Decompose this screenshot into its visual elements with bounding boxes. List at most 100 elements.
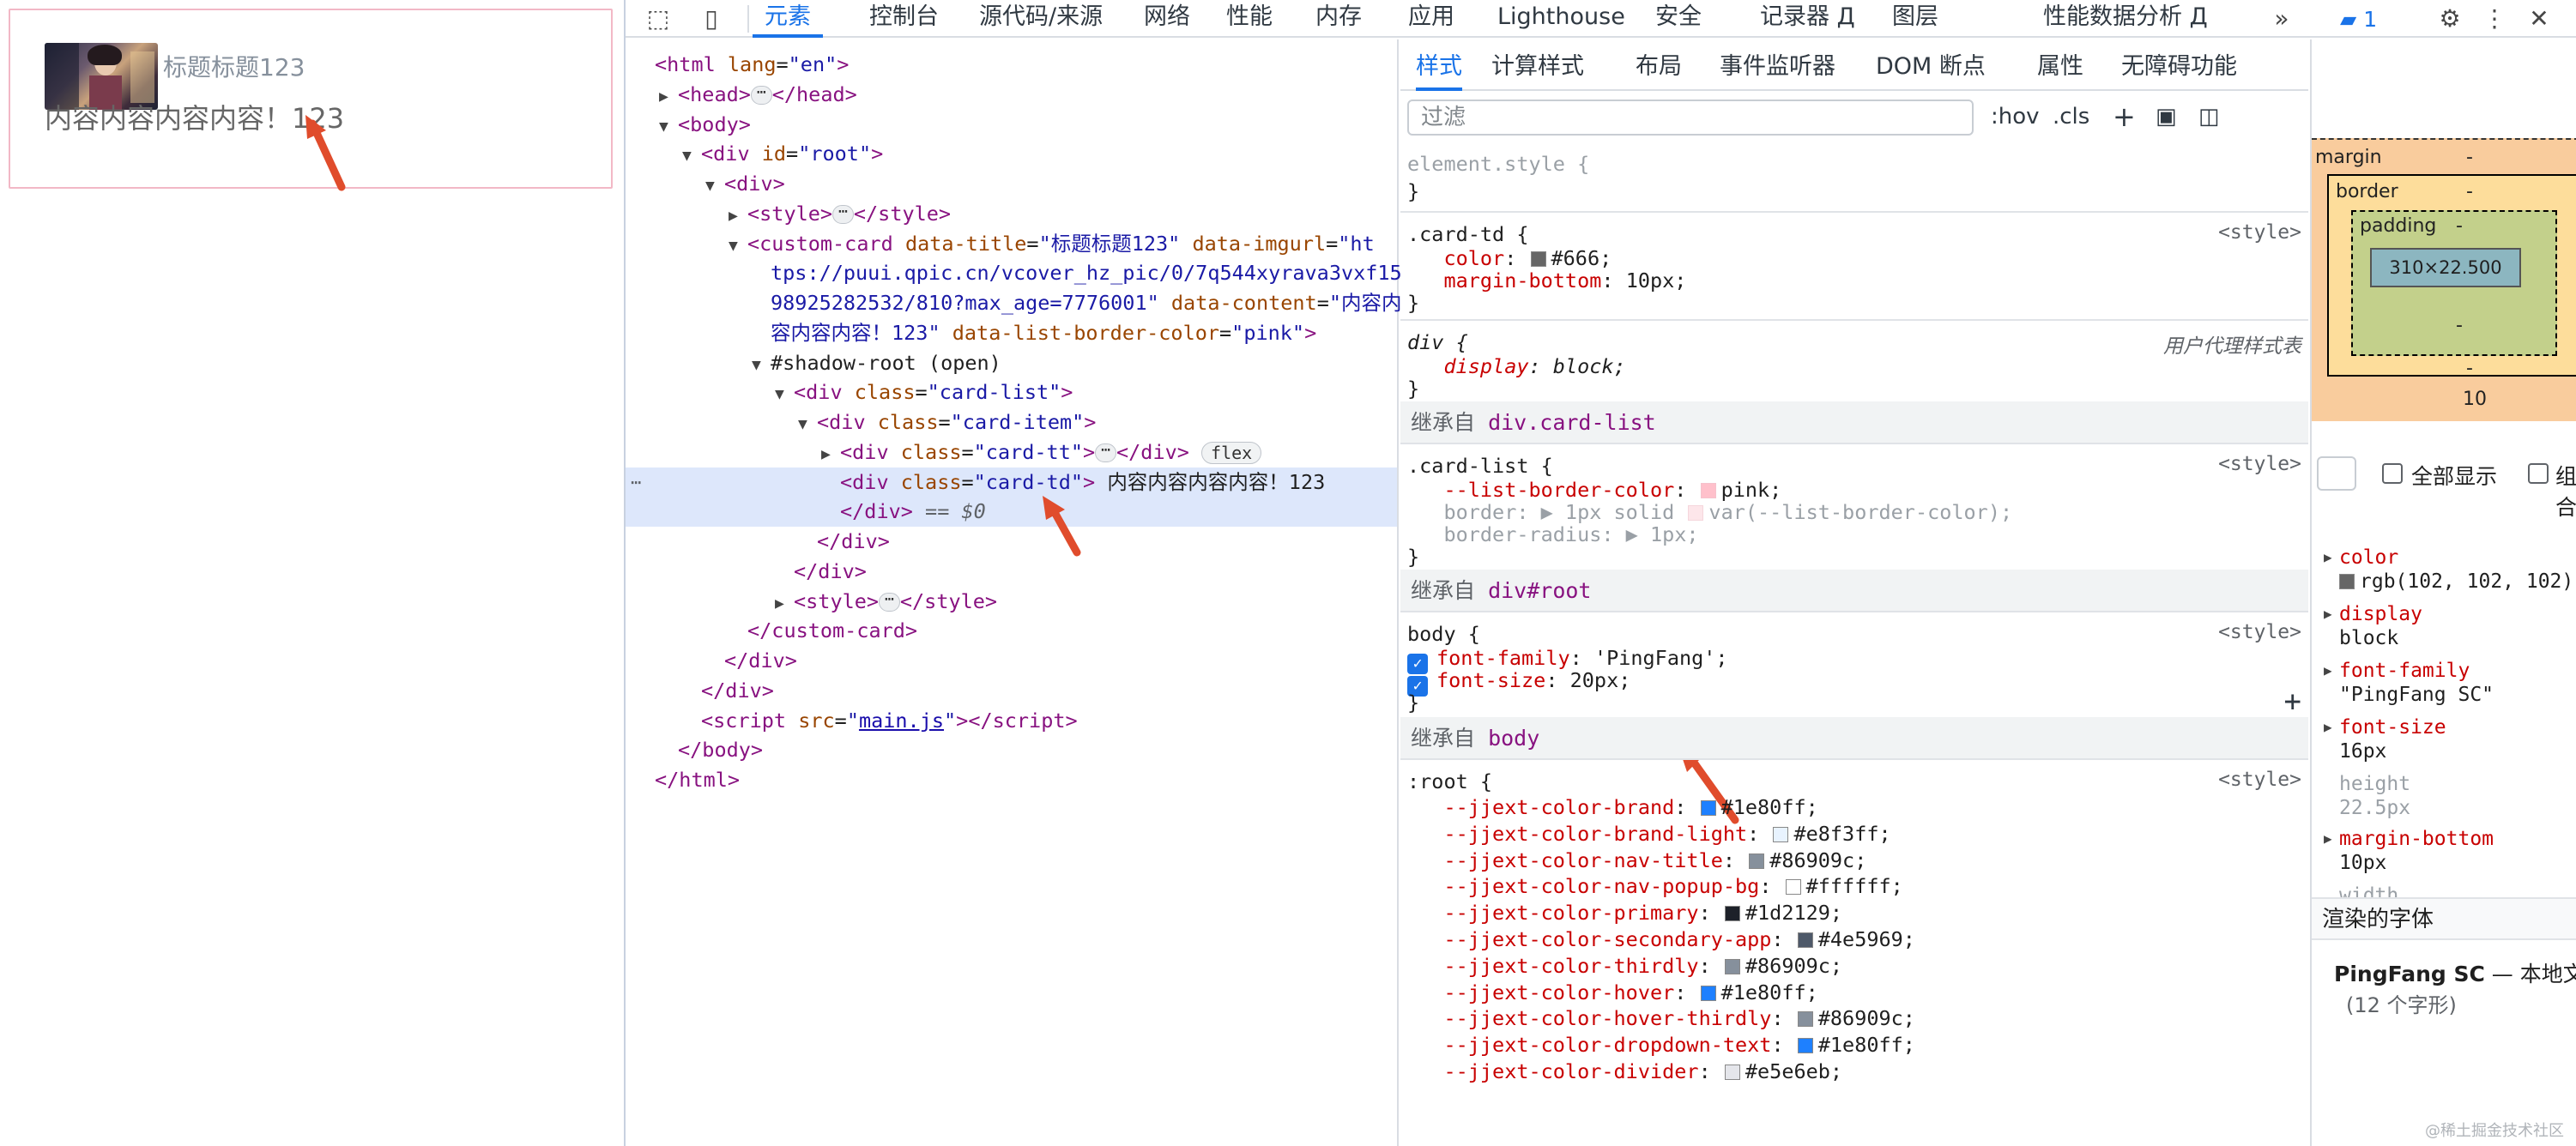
- devtools-tab-6[interactable]: 应用: [1408, 0, 1454, 38]
- expand-icon[interactable]: ▶: [2324, 830, 2332, 847]
- dom-node-line[interactable]: </html>: [626, 765, 740, 795]
- root-var-decl[interactable]: --jjext-color-thirdly: #86909c;: [1407, 953, 1842, 979]
- dom-node-line[interactable]: ▶ <style> ⋯ </style>: [626, 199, 951, 229]
- dom-node-line[interactable]: </div>: [626, 527, 890, 557]
- inspect-element-icon[interactable]: ⬚: [643, 3, 674, 34]
- card-list-selector[interactable]: .card-list {: [1407, 453, 1553, 479]
- dom-node-line[interactable]: ▼ #shadow-root (open): [626, 348, 1001, 378]
- dom-node-line[interactable]: ▼ <div id="root">: [626, 139, 883, 169]
- dom-node-line[interactable]: ▶ <head> ⋯ </head>: [626, 80, 857, 110]
- devtools-tab-0[interactable]: 元素: [753, 0, 823, 38]
- card-td-selector[interactable]: .card-td {: [1407, 221, 1528, 247]
- margin-label: margin: [2315, 147, 2382, 168]
- show-all-checkbox[interactable]: [2382, 463, 2403, 484]
- card-td-margin-decl[interactable]: margin-bottom: 10px;: [1407, 268, 1686, 293]
- cls-toggle[interactable]: .cls: [2053, 98, 2089, 136]
- dom-node-line[interactable]: </div>: [626, 646, 797, 676]
- node-actions-icon[interactable]: ⋯: [631, 467, 641, 498]
- root-var-decl[interactable]: --jjext-color-hover: #1e80ff;: [1407, 980, 1817, 1005]
- root-var-decl[interactable]: --jjext-color-primary: #1d2129;: [1407, 900, 1842, 926]
- styles-subtab-3[interactable]: 事件监听器: [1720, 39, 1835, 91]
- dom-node-line[interactable]: <div class="card-td"> 内容内容内容内容！123: [626, 467, 1397, 498]
- toggle-sidebar-icon[interactable]: ◫: [2198, 98, 2220, 136]
- card-list-radius-decl[interactable]: border-radius: ▶ 1px;: [1407, 522, 1698, 547]
- computed-filter-input[interactable]: [2317, 456, 2356, 491]
- issues-badge[interactable]: ▰ 1: [2340, 5, 2377, 34]
- styles-filter-input[interactable]: 过滤: [1407, 100, 1974, 136]
- dom-node-line[interactable]: </div>: [626, 557, 867, 587]
- dom-node-line[interactable]: ▼ <body>: [626, 110, 751, 140]
- inherited-from-header: 继承自 div#root: [1400, 570, 2308, 612]
- styles-subtab-2[interactable]: 布局: [1636, 39, 1682, 91]
- more-options-icon[interactable]: ⋮: [2479, 3, 2510, 34]
- root-var-decl[interactable]: --jjext-color-nav-popup-bg: #ffffff;: [1407, 873, 1902, 899]
- computed-prop-font-family[interactable]: font-family "PingFang SC": [2339, 659, 2494, 707]
- styles-subtab-4[interactable]: DOM 断点: [1876, 39, 1986, 91]
- dom-node-line[interactable]: </div> == $0: [626, 497, 1397, 528]
- body-selector[interactable]: body {: [1407, 621, 1480, 647]
- close-icon[interactable]: ✕: [2524, 3, 2555, 34]
- expand-icon[interactable]: ▶: [2324, 719, 2332, 735]
- dom-node-line[interactable]: <html lang="en">: [626, 50, 849, 80]
- devtools-tab-4[interactable]: 性能: [1226, 0, 1273, 38]
- settings-gear-icon[interactable]: ⚙: [2434, 3, 2465, 34]
- glyph-count: (12 个字形): [2346, 993, 2457, 1017]
- hov-toggle[interactable]: :hov: [1991, 98, 2040, 136]
- devtools-tab-3[interactable]: 网络: [1144, 0, 1190, 38]
- styles-subtab-6[interactable]: 无障碍功能: [2121, 39, 2237, 91]
- root-var-decl[interactable]: --jjext-color-hover-thirdly: #86909c;: [1407, 1005, 1915, 1031]
- root-var-decl[interactable]: --jjext-color-nav-title: #86909c;: [1407, 847, 1866, 873]
- root-var-decl[interactable]: --jjext-color-secondary-app: #4e5969;: [1407, 926, 1915, 952]
- dom-node-line[interactable]: 98925282532/810?max_age=7776001" data-co…: [626, 288, 1402, 318]
- rule-source-link[interactable]: <style>: [2218, 769, 2301, 791]
- devtools-tab-7[interactable]: Lighthouse: [1497, 0, 1625, 38]
- dom-node-line[interactable]: ▼ <div class="card-item">: [626, 407, 1096, 437]
- dom-node-line[interactable]: </div>: [626, 676, 774, 706]
- root-selector[interactable]: :root {: [1407, 769, 1492, 794]
- expand-icon[interactable]: ▶: [2324, 606, 2332, 622]
- dom-node-line[interactable]: ▼ <div class="card-list">: [626, 377, 1073, 407]
- computed-prop-display[interactable]: display block: [2339, 602, 2422, 650]
- dom-node-line[interactable]: ▶ <style> ⋯ </style>: [626, 587, 997, 617]
- root-var-decl[interactable]: --jjext-color-dropdown-text: #1e80ff;: [1407, 1032, 1915, 1058]
- styles-subtab-0[interactable]: 样式: [1416, 39, 1462, 91]
- expand-icon[interactable]: ▶: [2324, 662, 2332, 679]
- dom-node-line[interactable]: <script src="main.js"></script>: [626, 706, 1078, 736]
- devtools-tab-11[interactable]: 性能数据分析 Д: [2043, 0, 2208, 38]
- group-checkbox[interactable]: [2528, 463, 2549, 484]
- devtools-tab-9[interactable]: 记录器 Д: [1760, 0, 1855, 38]
- root-var-decl[interactable]: --jjext-color-brand: #1e80ff;: [1407, 794, 1817, 820]
- add-declaration-icon[interactable]: +: [2284, 685, 2301, 719]
- root-var-decl[interactable]: --jjext-color-brand-light: #e8f3ff;: [1407, 821, 1890, 847]
- computed-prop-margin-bottom[interactable]: margin-bottom 10px: [2339, 827, 2494, 875]
- root-var-decl[interactable]: --jjext-color-divider: #e5e6eb;: [1407, 1059, 1842, 1084]
- dom-node-line[interactable]: </custom-card>: [626, 616, 917, 646]
- computed-prop-font-size[interactable]: font-size 16px: [2339, 715, 2446, 763]
- dom-node-line[interactable]: tps://puui.qpic.cn/vcover_hz_pic/0/7q544…: [626, 258, 1402, 288]
- computed-prop-color[interactable]: color rgb(102, 102, 102): [2339, 546, 2573, 594]
- device-toolbar-icon[interactable]: ▯: [696, 3, 727, 34]
- devtools-tab-10[interactable]: 图层: [1892, 0, 1938, 38]
- devtools-tab-2[interactable]: 源代码/来源: [979, 0, 1103, 38]
- dom-node-line[interactable]: 容内容内容！123" data-list-border-color="pink"…: [626, 318, 1316, 348]
- computed-prop-height[interactable]: height 22.5px: [2339, 772, 2410, 820]
- dom-node-line[interactable]: ▼ <custom-card data-title="标题标题123" data-…: [626, 229, 1375, 259]
- inherited-from-header: 继承自 body: [1400, 717, 2308, 760]
- devtools-tab-1[interactable]: 控制台: [869, 0, 939, 38]
- devtools-tab-8[interactable]: 安全: [1655, 0, 1702, 38]
- rule-source-link[interactable]: <style>: [2218, 453, 2301, 475]
- rule-source-link[interactable]: <style>: [2218, 221, 2301, 244]
- devtools-tab-5[interactable]: 内存: [1315, 0, 1362, 38]
- paint-icon[interactable]: ▣: [2156, 98, 2177, 136]
- body-font-size-decl[interactable]: ✓ font-size: 20px;: [1407, 667, 1630, 697]
- rule-source-link[interactable]: <style>: [2218, 621, 2301, 643]
- styles-subtab-5[interactable]: 属性: [2037, 39, 2083, 91]
- expand-icon[interactable]: ▶: [2324, 549, 2332, 565]
- dom-node-line[interactable]: ▶ <div class="card-tt"> ⋯ </div> flex: [626, 437, 1262, 467]
- styles-subtab-1[interactable]: 计算样式: [1491, 39, 1584, 91]
- element-style-selector[interactable]: element.style {: [1407, 151, 1589, 177]
- dom-node-line[interactable]: ▼ <div>: [626, 169, 785, 199]
- new-rule-icon[interactable]: +: [2113, 98, 2136, 136]
- dom-node-line[interactable]: </body>: [626, 735, 763, 765]
- more-tabs-icon[interactable]: »: [2265, 3, 2299, 34]
